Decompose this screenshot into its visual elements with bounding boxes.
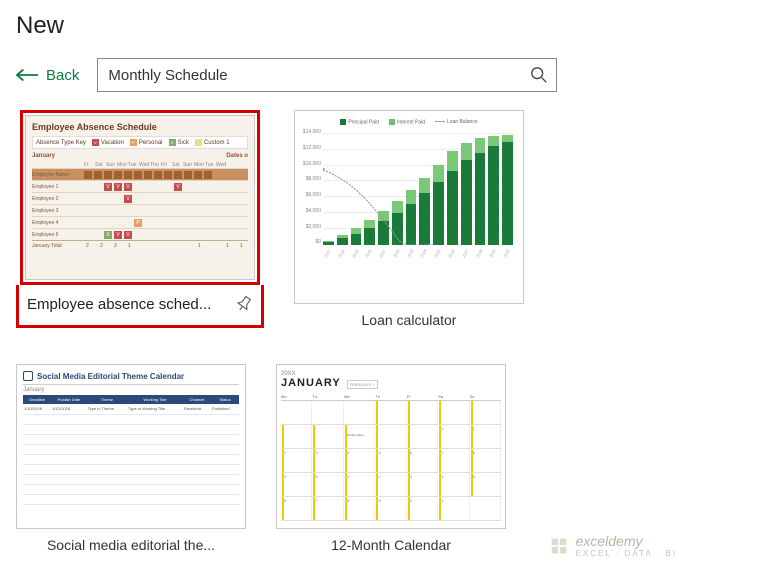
template-card-loan-calculator[interactable]: Principal Paid Interest Paid Loan Balanc… bbox=[294, 110, 524, 328]
template-caption: Social media editorial the... bbox=[47, 537, 215, 553]
template-caption: Employee absence sched... bbox=[27, 296, 211, 313]
back-label: Back bbox=[46, 67, 79, 84]
template-thumbnail: Principal Paid Interest Paid Loan Balanc… bbox=[294, 110, 524, 304]
template-thumbnail: Social Media Editorial Theme Calendar Ja… bbox=[16, 364, 246, 529]
template-caption: 12-Month Calendar bbox=[331, 537, 451, 553]
template-thumbnail: Employee Absence Schedule Absence Type K… bbox=[25, 115, 255, 280]
arrow-left-icon bbox=[16, 68, 38, 82]
template-card-employee-absence[interactable]: Employee Absence Schedule Absence Type K… bbox=[16, 110, 264, 328]
template-grid: Employee Absence Schedule Absence Type K… bbox=[16, 110, 751, 553]
back-button[interactable]: Back bbox=[16, 67, 79, 84]
pin-icon[interactable] bbox=[235, 295, 253, 313]
template-card-social-media[interactable]: Social Media Editorial Theme Calendar Ja… bbox=[16, 364, 246, 553]
search-icon[interactable] bbox=[530, 66, 548, 84]
search-box[interactable] bbox=[97, 58, 557, 92]
search-input[interactable] bbox=[108, 67, 530, 84]
page-title: New bbox=[16, 12, 751, 40]
template-card-12-month-calendar[interactable]: 20XX JANUARYFEBRUARY > MoTuWeThFrSaSu 12… bbox=[276, 364, 506, 553]
template-thumbnail: 20XX JANUARYFEBRUARY > MoTuWeThFrSaSu 12… bbox=[276, 364, 506, 529]
template-caption: Loan calculator bbox=[362, 312, 457, 328]
